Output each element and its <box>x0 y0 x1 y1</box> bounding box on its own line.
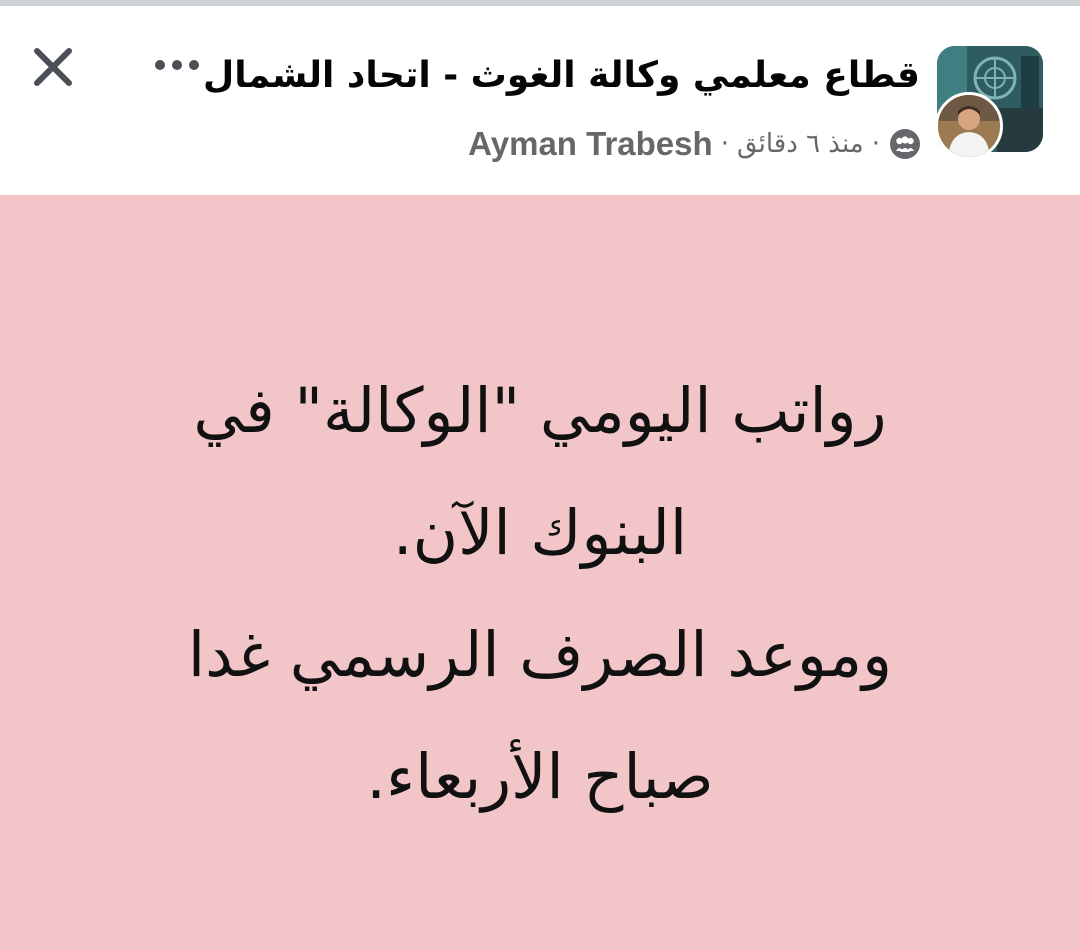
post-text-line: رواتب اليومي "الوكالة" في <box>193 374 887 447</box>
post-timestamp[interactable]: منذ ٦ دقائق <box>737 129 864 159</box>
more-horizontal-icon <box>155 60 199 70</box>
meta-separator: · <box>871 129 880 159</box>
post-text-line: صباح الأربعاء. <box>366 740 714 813</box>
close-button[interactable] <box>30 44 76 90</box>
post-meta: · منذ ٦ دقائق · Ayman Trabesh <box>468 118 922 170</box>
post-header: قطاع معلمي وكالة الغوث - اتحاد الشمال · … <box>0 6 1080 195</box>
author-avatar[interactable] <box>935 92 1003 160</box>
post-body[interactable]: رواتب اليومي "الوكالة" في البنوك الآن. و… <box>0 195 1080 950</box>
close-icon <box>34 48 72 86</box>
group-name-link[interactable]: قطاع معلمي وكالة الغوث - اتحاد الشمال <box>203 48 920 104</box>
group-members-icon <box>888 127 922 161</box>
post-text: رواتب اليومي "الوكالة" في البنوك الآن. و… <box>90 350 990 838</box>
author-name-link[interactable]: Ayman Trabesh <box>468 125 713 163</box>
post-text-line: وموعد الصرف الرسمي غدا <box>187 618 893 691</box>
post-text-line: البنوك الآن. <box>392 496 688 569</box>
meta-separator: · <box>720 129 729 159</box>
more-options-button[interactable] <box>150 50 204 80</box>
